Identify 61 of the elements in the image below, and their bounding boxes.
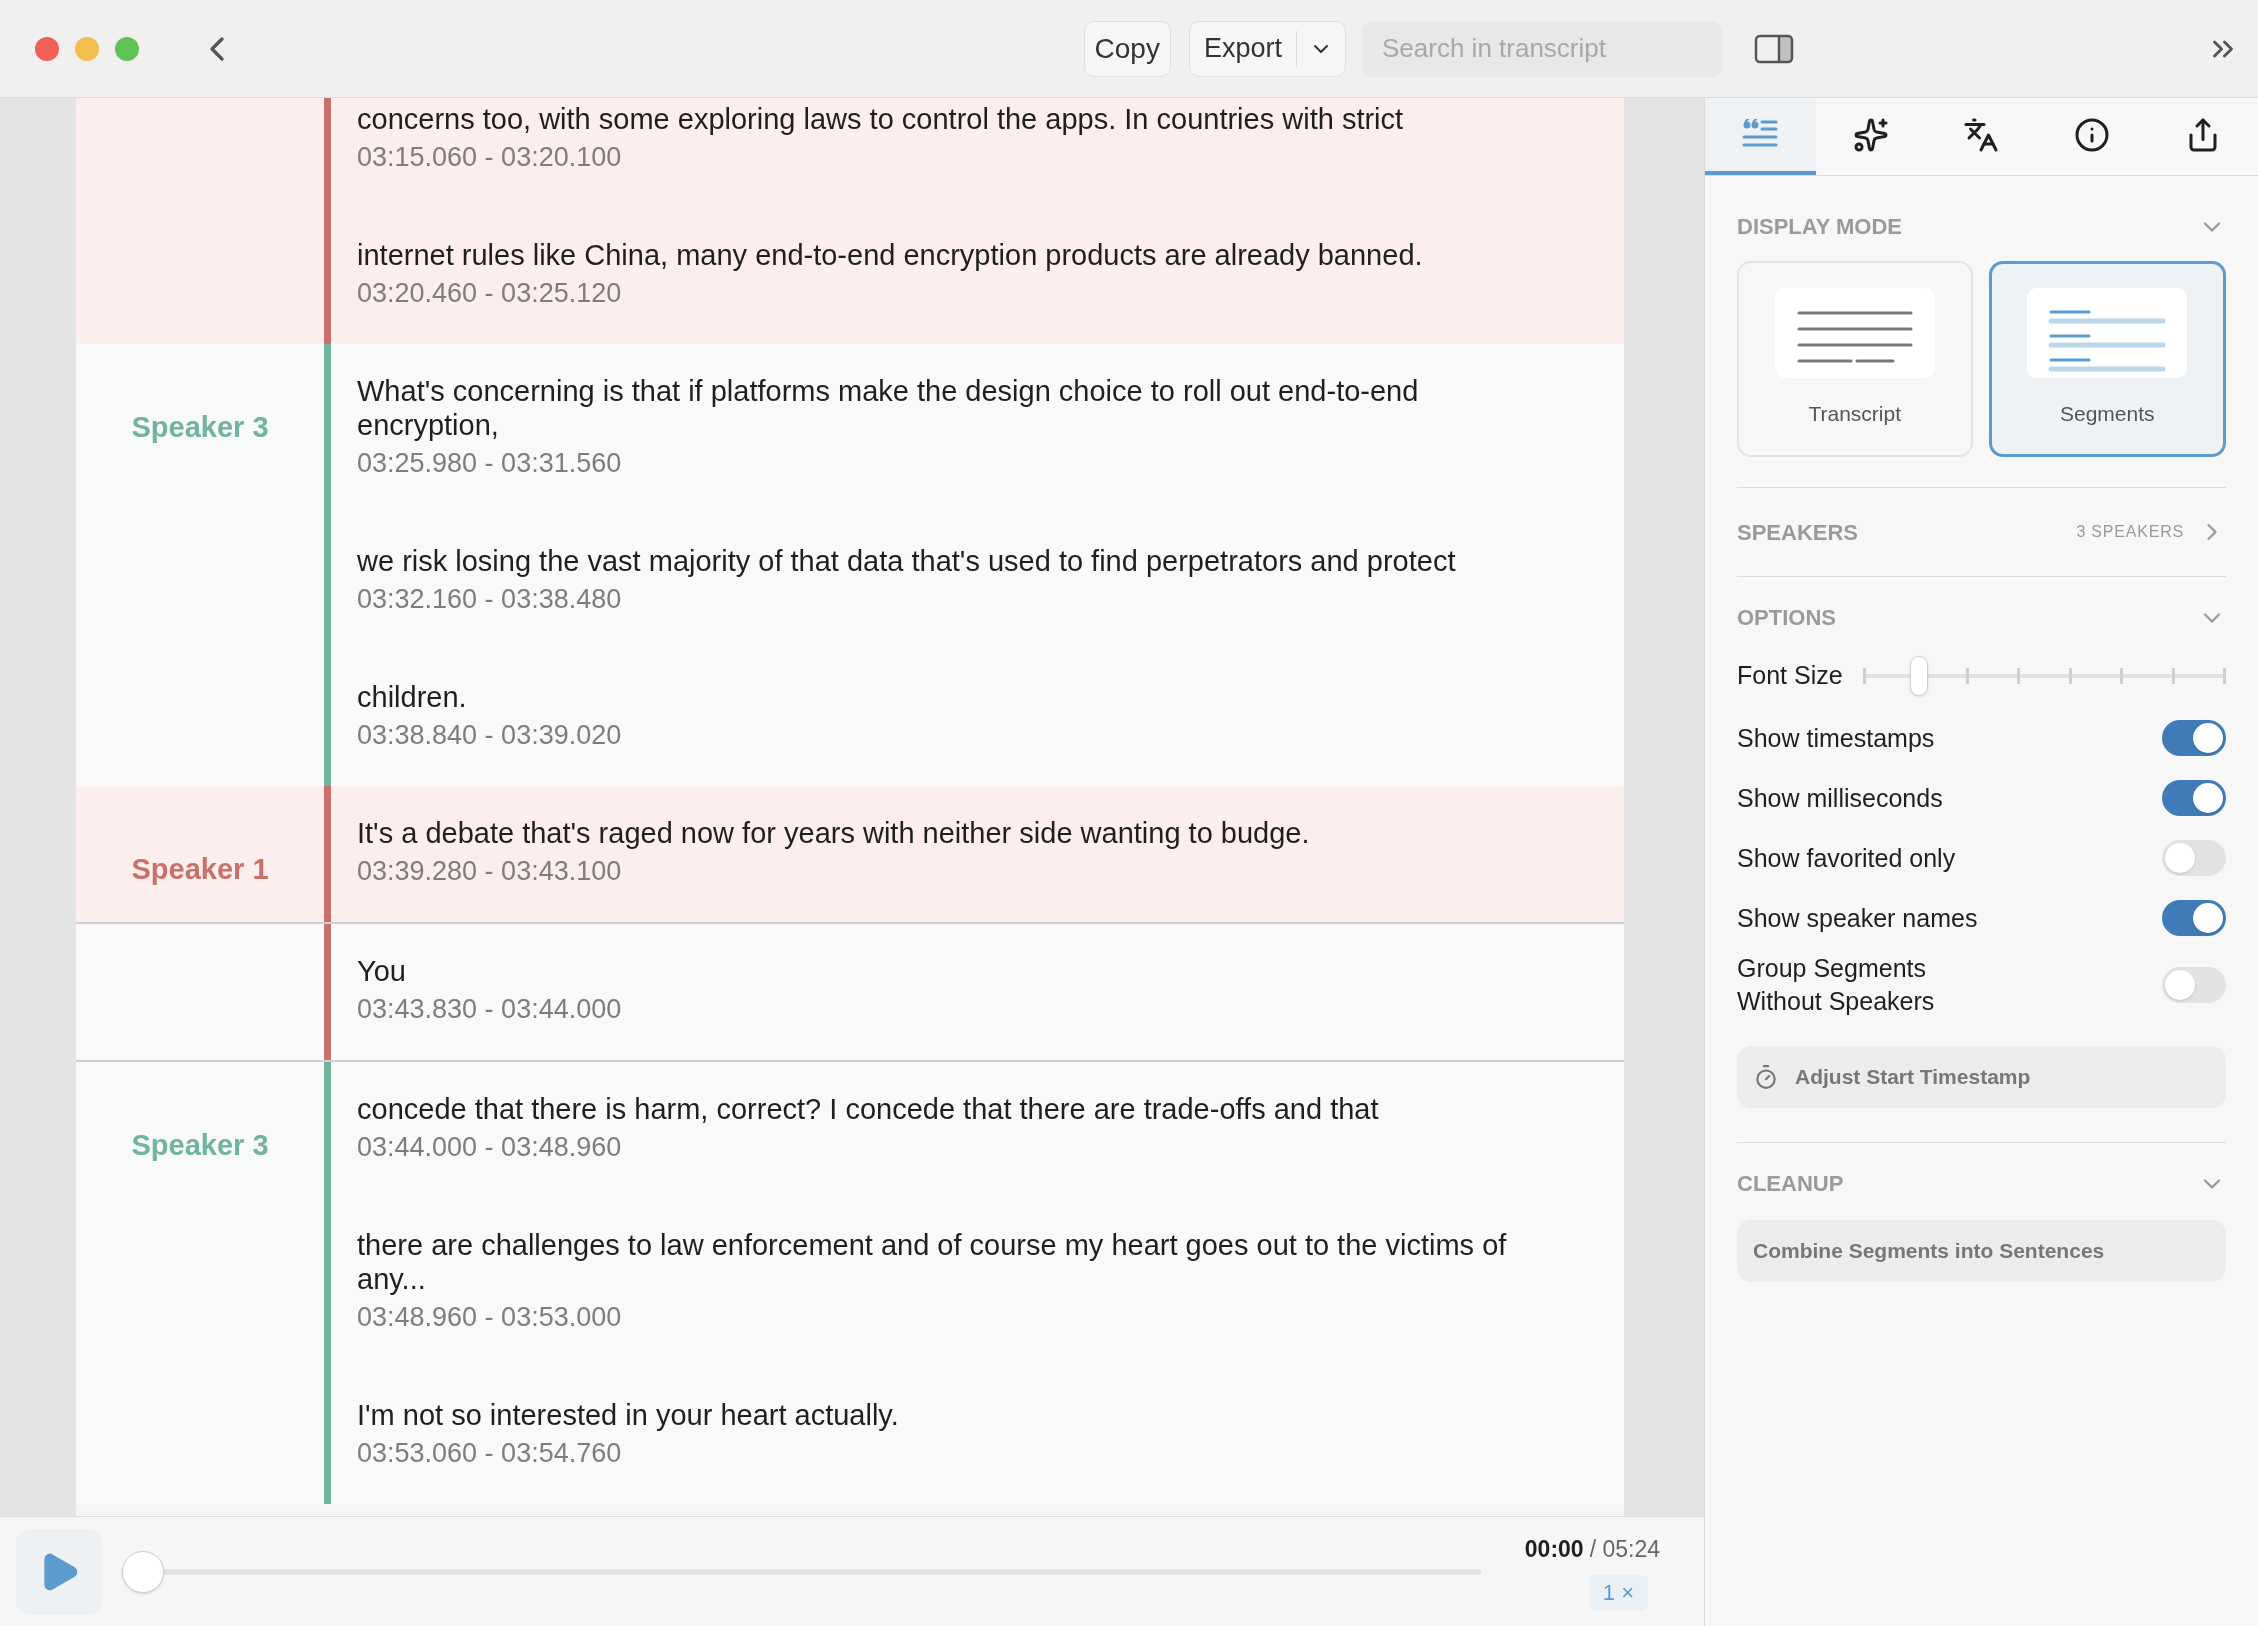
segment-text[interactable]: concerns too, with some exploring laws to control the apps. In countries with strict xyxy=(357,102,1564,136)
timer-icon xyxy=(1753,1064,1779,1090)
maximize-window-icon[interactable] xyxy=(115,36,139,61)
segment-timestamp: 03:20.460 - 03:25.120 xyxy=(357,277,623,310)
segment-text[interactable]: internet rules like China, many end-to-end encryption products are already banned. xyxy=(357,238,1564,272)
close-window-icon[interactable] xyxy=(35,36,59,61)
translate-icon xyxy=(1963,116,2000,153)
current-time: 00:00 xyxy=(1524,1535,1584,1565)
segment-timestamp: 03:43.830 - 03:44.000 xyxy=(357,993,623,1026)
section-heading: OPTIONS xyxy=(1737,604,1836,632)
export-label[interactable]: Export xyxy=(1189,28,1296,69)
font-size-slider[interactable] xyxy=(1862,654,2226,698)
font-size-label: Font Size xyxy=(1737,660,1843,692)
search-field[interactable]: Search in transcript xyxy=(1362,20,1722,77)
segment-text[interactable]: What's concerning is that if platforms make the design choice to roll out end-to-end encryption, xyxy=(357,374,1564,442)
section-heading: DISPLAY MODE xyxy=(1737,213,1903,241)
sparkles-icon xyxy=(1852,116,1889,153)
slider-thumb[interactable] xyxy=(1909,656,1928,696)
segment-text[interactable]: children. xyxy=(357,680,1564,714)
speaker-count: 3 SPEAKERS xyxy=(2076,522,2184,542)
adjust-timestamp-button[interactable]: Adjust Start Timestamp xyxy=(1737,1046,2226,1108)
segment-text[interactable]: concede that there is harm, correct? I concede that there are trade-offs and that xyxy=(357,1092,1564,1126)
segment-text[interactable]: It's a debate that's raged now for years with neither side wanting to budge. xyxy=(357,816,1564,850)
segment-text[interactable]: we risk losing the vast majority of that data that's used to find perpetrators and protect xyxy=(357,544,1564,578)
toggle-switch[interactable] xyxy=(2162,720,2226,756)
segments-lines-icon xyxy=(2027,288,2188,379)
progress-slider[interactable] xyxy=(122,1549,1481,1594)
export-button[interactable]: Export xyxy=(1188,20,1346,77)
toggle-switch[interactable] xyxy=(2162,840,2226,876)
sidebar-toggle-icon[interactable] xyxy=(1754,33,1794,64)
toggle-switch[interactable] xyxy=(2162,780,2226,816)
display-mode-card[interactable]: Transcript xyxy=(1737,261,1973,457)
option-label: Show timestamps xyxy=(1737,722,1936,754)
segment-text[interactable]: I'm not so interested in your heart actually. xyxy=(357,1398,1564,1432)
progress-thumb[interactable] xyxy=(122,1550,164,1593)
transcript-lines-icon xyxy=(1774,288,1935,379)
segment-timestamp: 03:38.840 - 03:39.020 xyxy=(357,719,623,752)
play-button[interactable] xyxy=(16,1528,102,1615)
segment-timestamp: 03:39.280 - 03:43.100 xyxy=(357,855,623,888)
toggle-switch[interactable] xyxy=(2162,967,2226,1003)
segment-timestamp: 03:48.960 - 03:53.000 xyxy=(357,1301,623,1334)
option-label: Group Segments Without Speakers xyxy=(1737,953,1936,1017)
info-icon xyxy=(2074,116,2111,153)
segment-text[interactable]: You xyxy=(357,954,1564,988)
toggle-switch[interactable] xyxy=(2162,900,2226,936)
segment-timestamp: 03:15.060 - 03:20.100 xyxy=(357,141,623,174)
option-label: Show favorited only xyxy=(1737,842,1957,874)
segment-timestamp: 03:25.980 - 03:31.560 xyxy=(357,447,623,480)
section-heading: CLEANUP xyxy=(1737,1170,1844,1198)
display-mode-card[interactable]: Segments xyxy=(1988,261,2226,457)
segment-timestamp: 03:32.160 - 03:38.480 xyxy=(357,583,623,616)
copy-button[interactable]: Copy xyxy=(1083,20,1171,77)
segment-timestamp: 03:53.060 - 03:54.760 xyxy=(357,1437,623,1470)
segment-timestamp: 03:44.000 - 03:48.960 xyxy=(357,1131,623,1164)
total-duration: / 05:24 xyxy=(1589,1535,1660,1565)
segment-text[interactable]: there are challenges to law enforcement and of course my heart goes out to the victims of any... xyxy=(357,1228,1564,1296)
option-label: Show speaker names xyxy=(1737,902,1979,934)
option-label: Show milliseconds xyxy=(1737,782,1944,814)
minimize-window-icon[interactable] xyxy=(75,36,99,61)
combine-segments-button[interactable]: Combine Segments into Sentences xyxy=(1737,1220,2226,1282)
section-heading: SPEAKERS xyxy=(1737,518,1859,547)
